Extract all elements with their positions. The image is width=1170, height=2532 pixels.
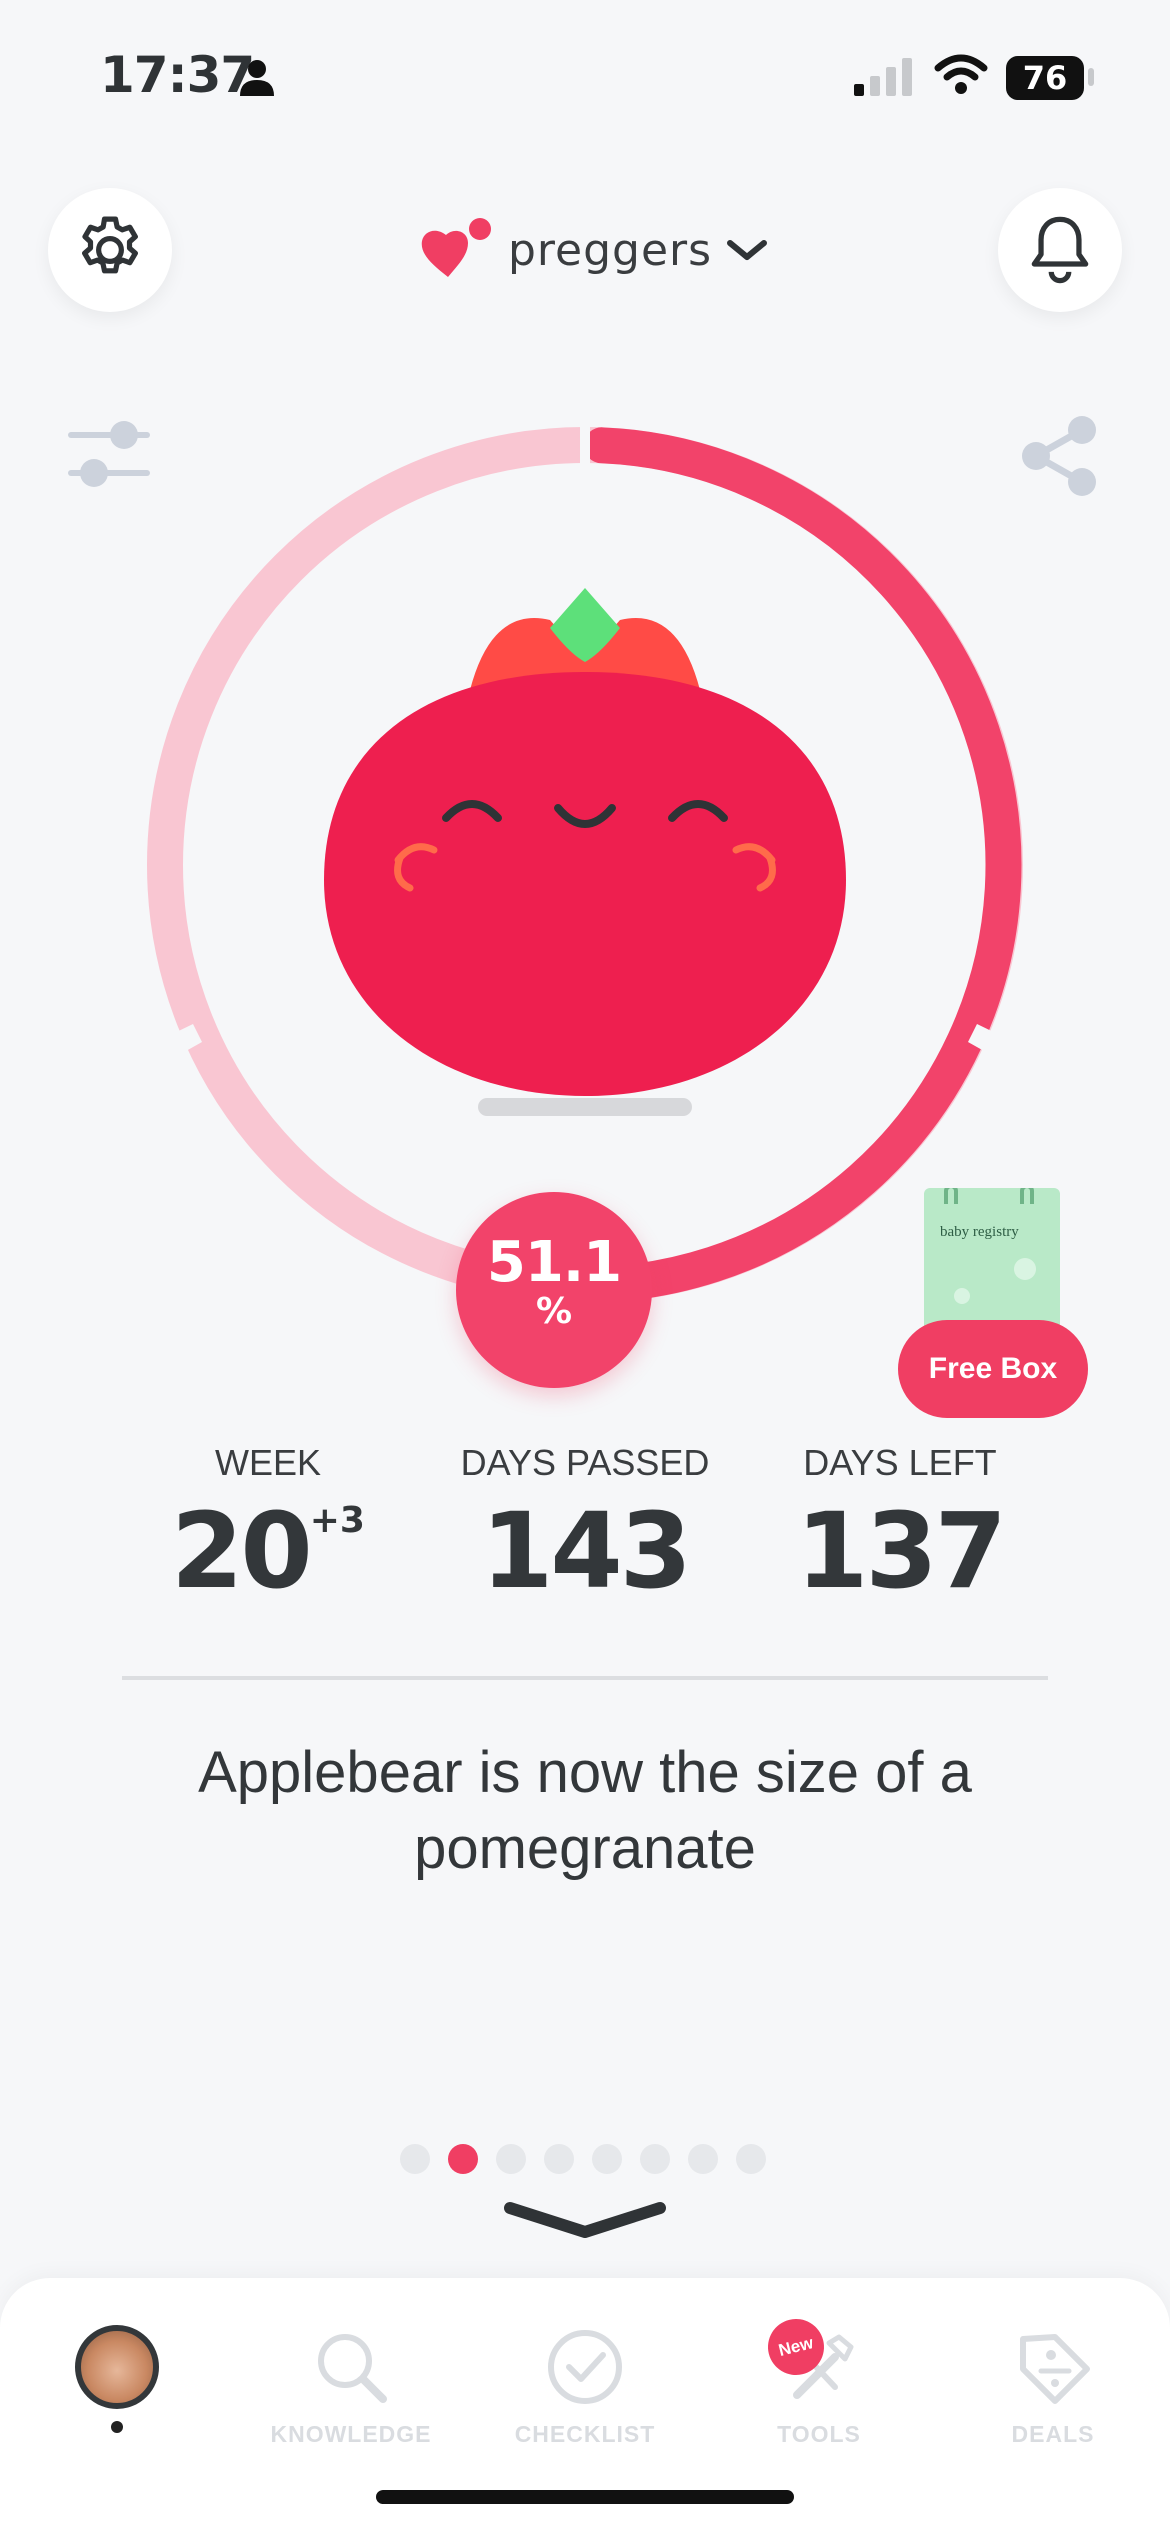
page-dot[interactable]	[496, 2144, 526, 2174]
page-dot[interactable]	[736, 2144, 766, 2174]
signal-icon	[854, 58, 912, 96]
days-left-label: DAYS LEFT	[803, 1442, 997, 1483]
free-box-button[interactable]: Free Box	[898, 1320, 1088, 1418]
fruit-shadow	[478, 1098, 692, 1116]
divider	[122, 1676, 1048, 1680]
page-dot[interactable]	[448, 2144, 478, 2174]
percent-value: 51.1	[486, 1230, 622, 1295]
tab-knowledge[interactable]: KNOWLEDGE	[234, 2325, 468, 2448]
ring-gap	[580, 425, 590, 465]
bell-icon	[1031, 216, 1089, 284]
week-label: WEEK	[214, 1442, 321, 1483]
stat-days-passed: DAYS PASSED 143	[435, 1442, 735, 1612]
tab-tools[interactable]: New TOOLS	[702, 2313, 936, 2448]
registry-box-image[interactable]: baby registry	[924, 1188, 1060, 1338]
gear-icon	[82, 216, 138, 274]
page-dot[interactable]	[640, 2144, 670, 2174]
chevron-down-icon	[727, 240, 768, 260]
page-dot[interactable]	[592, 2144, 622, 2174]
page-dot[interactable]	[544, 2144, 574, 2174]
pregnancy-progress-ring	[147, 425, 1023, 1303]
progress-percentage: 51.1 %	[456, 1192, 652, 1388]
page-dot[interactable]	[400, 2144, 430, 2174]
percent-unit: %	[535, 1291, 573, 1332]
checkmark-circle-icon	[548, 2330, 622, 2404]
stat-week: WEEK 20+3	[118, 1442, 418, 1612]
box-text: baby registry	[940, 1224, 1019, 1240]
stat-days-left: DAYS LEFT 137	[750, 1442, 1050, 1612]
search-icon	[318, 2334, 387, 2403]
status-time: 17:37	[100, 46, 255, 104]
days-passed-value: 143	[480, 1490, 692, 1612]
week-days-extra: +3	[309, 1500, 365, 1541]
chevron-down-expand-icon[interactable]	[500, 2196, 670, 2244]
battery-indicator: 76	[1006, 56, 1084, 100]
tab-checklist[interactable]: CHECKLIST	[468, 2325, 702, 2448]
baby-avatar	[75, 2325, 159, 2409]
person-icon	[240, 60, 274, 96]
battery-cap	[1088, 68, 1094, 86]
days-passed-label: DAYS PASSED	[460, 1442, 710, 1483]
tab-deals-label: DEALS	[1011, 2421, 1095, 2447]
tab-knowledge-label: KNOWLEDGE	[270, 2421, 432, 2447]
tab-home[interactable]	[0, 2325, 234, 2441]
tab-checklist-label: CHECKLIST	[514, 2421, 656, 2447]
wifi-icon	[934, 54, 988, 94]
preggers-logo-icon	[421, 218, 491, 277]
brand-switcher[interactable]: preggers	[420, 215, 770, 285]
home-indicator	[376, 2490, 794, 2504]
tag-icon	[1020, 2334, 1090, 2404]
tab-tools-label: TOOLS	[777, 2421, 861, 2447]
week-value: 20+3	[171, 1490, 365, 1612]
notifications-button[interactable]	[998, 188, 1122, 312]
page-indicator[interactable]	[400, 2144, 766, 2174]
days-left-value: 137	[795, 1490, 1007, 1612]
tab-deals[interactable]: DEALS	[936, 2325, 1170, 2448]
brand-name: preggers	[508, 224, 713, 276]
active-tab-dot	[111, 2421, 123, 2433]
page-dot[interactable]	[688, 2144, 718, 2174]
settings-button[interactable]	[48, 188, 172, 312]
baby-size-message: Applebear is now the size of a pomegrana…	[198, 1740, 972, 1881]
